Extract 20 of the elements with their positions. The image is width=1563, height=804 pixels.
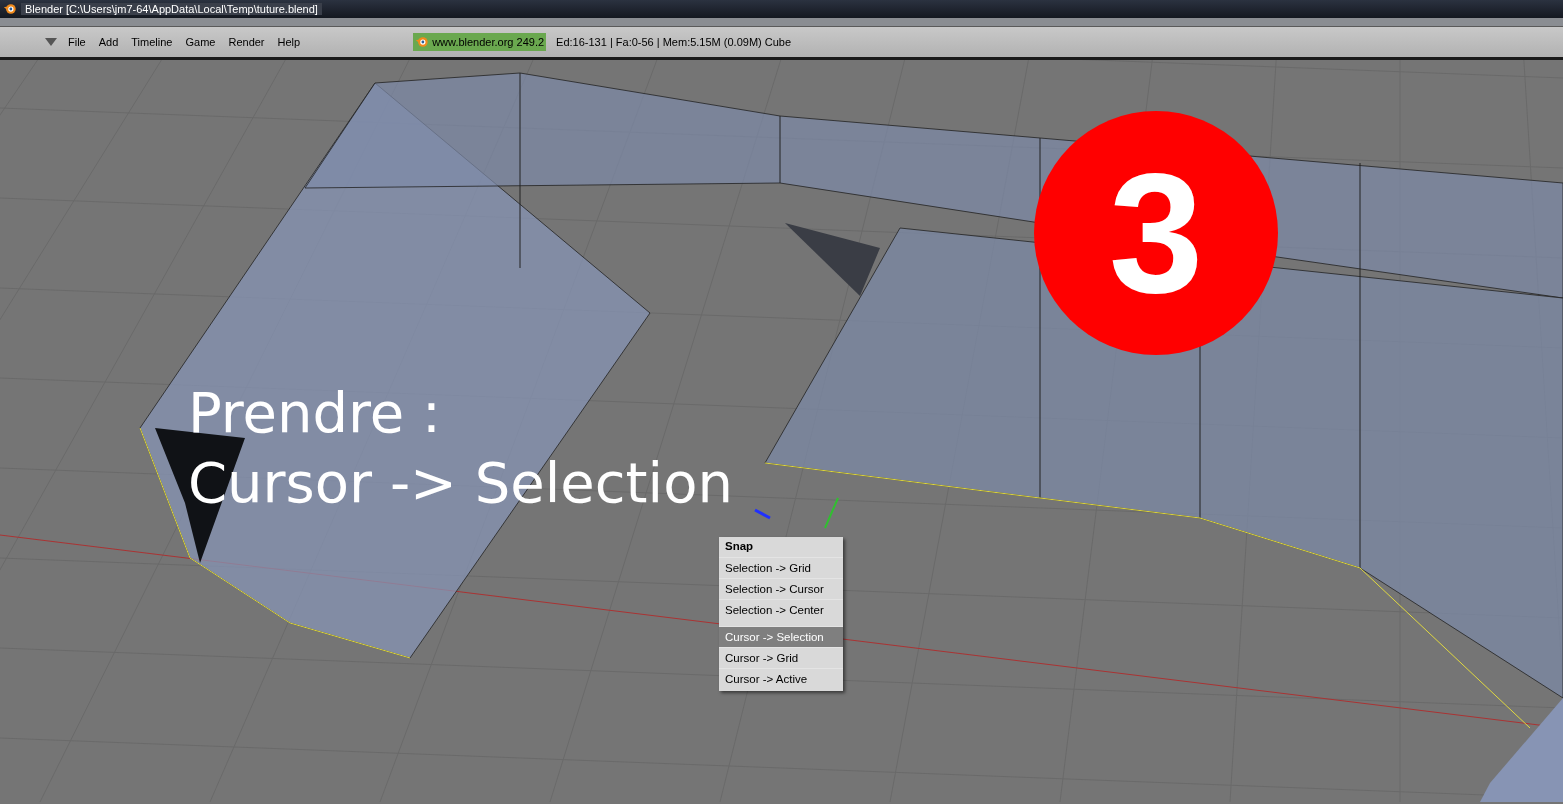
blender-logo-icon bbox=[415, 35, 430, 49]
menu-item[interactable]: Game bbox=[180, 36, 224, 48]
menu-option[interactable]: Cursor -> Grid bbox=[719, 647, 843, 668]
menu-option[interactable]: Cursor -> Active bbox=[719, 668, 843, 689]
version-text: www.blender.org 249.2 bbox=[432, 36, 545, 48]
menu-item[interactable]: File bbox=[63, 36, 94, 48]
annotation-text: Prendre : bbox=[188, 379, 442, 447]
menu-title: Snap bbox=[724, 539, 755, 554]
menu-option[interactable]: Selection -> Center bbox=[719, 599, 843, 620]
window-title: Blender [C:\Users\jm7-64\AppData\Local\Temp\tuture.blend] bbox=[21, 3, 322, 15]
scene-stats: Ed:16-131 | Fa:0-56 | Mem:5.15M (0.09M) Cube bbox=[556, 36, 792, 48]
menu-item[interactable]: Add bbox=[93, 36, 127, 48]
menu-option[interactable]: Selection -> Grid bbox=[719, 557, 843, 578]
menu-option[interactable]: Selection -> Cursor bbox=[719, 578, 843, 599]
menu-option[interactable]: Cursor -> Selection bbox=[719, 626, 843, 647]
dropdown-triangle-icon[interactable] bbox=[45, 38, 57, 46]
menu-item[interactable]: Render bbox=[223, 36, 273, 48]
menu-item[interactable]: Timeline bbox=[126, 36, 181, 48]
blender-logo-icon bbox=[3, 2, 17, 16]
menu-item[interactable]: Help bbox=[272, 36, 309, 48]
